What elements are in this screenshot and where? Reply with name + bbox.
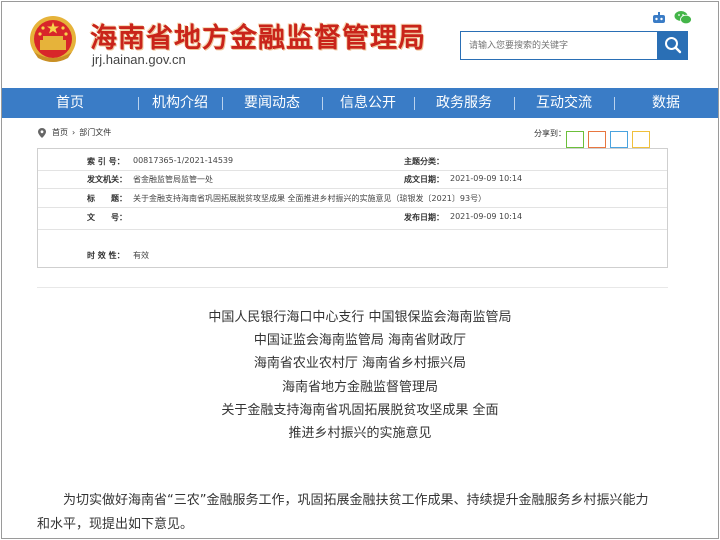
site-url: jrj.hainan.gov.cn [92, 52, 186, 67]
breadcrumb-separator: › [72, 128, 76, 137]
nav-item-services[interactable]: 政务服务 [414, 88, 514, 118]
article-paragraph-line-1: 为切实做好海南省“三农”金融服务工作，巩固拓展金融扶贫工作成果、持续提升金融服务… [63, 493, 649, 508]
breadcrumb-current[interactable]: 部门文件 [79, 128, 111, 137]
main-nav: 首页 机构介绍 要闻动态 信息公开 政务服务 互动交流 数据 [2, 88, 718, 118]
topic-label: 主题分类： [404, 157, 444, 166]
share-orange-button[interactable] [588, 131, 606, 148]
share-blue-button[interactable] [610, 131, 628, 148]
article-heading-line-1: 中国人民银行海口中心支行 中国银保监会海南监管局 [208, 310, 512, 325]
site-header: 海南省地方金融监督管理局 jrj.hainan.gov.cn [2, 2, 718, 88]
breadcrumb-home[interactable]: 首页 [52, 128, 68, 137]
index-value: 00817365-1/2021-14539 [133, 156, 234, 165]
validity-label: 时 效 性： [87, 251, 125, 260]
title-label: 标 题： [87, 194, 127, 203]
national-emblem-icon [30, 16, 76, 62]
page-frame: 海南省地方金融监督管理局 jrj.hainan.gov.cn 首页 机构介绍 [1, 1, 719, 539]
row-divider [38, 207, 667, 208]
search-box [460, 31, 658, 60]
share-label: 分享到： [534, 129, 566, 138]
search-icon [665, 37, 682, 54]
nav-item-home[interactable]: 首页 [2, 88, 138, 118]
site-title[interactable]: 海南省地方金融监督管理局 [90, 16, 426, 55]
article-heading-line-3: 海南省农业农村厅 海南省乡村振兴局 [253, 356, 467, 371]
issuer-value: 省金融监管局监管一处 [133, 175, 213, 184]
article-heading-line-4: 海南省地方金融监督管理局 [281, 380, 438, 395]
title-value: 关于金融支持海南省巩固拓展脱贫攻坚成果 全面推进乡村振兴的实施意见（琼银发〔20… [133, 194, 487, 203]
breadcrumb: 首页 › 部门文件 [52, 127, 115, 138]
robot-icon[interactable] [652, 12, 666, 24]
published-date-label: 发布日期： [404, 213, 444, 222]
doc-number-label: 文 号： [87, 213, 127, 222]
row-divider [38, 170, 667, 171]
nav-item-disclosure[interactable]: 信息公开 [322, 88, 414, 118]
document-info-table: 索 引 号： 00817365-1/2021-14539 主题分类： 发文机关：… [37, 148, 668, 268]
created-date-label: 成文日期： [404, 175, 444, 184]
row-divider [38, 229, 667, 230]
nav-item-data[interactable]: 数据 [614, 88, 718, 118]
search-button[interactable] [658, 31, 688, 60]
wechat-icon[interactable] [674, 10, 692, 25]
nav-item-about[interactable]: 机构介绍 [138, 88, 222, 118]
search-input[interactable] [461, 32, 657, 59]
published-date-value: 2021-09-09 10:14 [450, 212, 523, 221]
breadcrumb-bar: 首页 › 部门文件 分享到： [38, 124, 682, 148]
created-date-value: 2021-09-09 10:14 [450, 174, 523, 183]
nav-item-interaction[interactable]: 互动交流 [514, 88, 614, 118]
article-heading-line-2: 中国证监会海南监管局 海南省财政厅 [253, 333, 467, 348]
content-divider [37, 287, 668, 288]
issuer-label: 发文机关： [87, 175, 127, 184]
share-yellow-button[interactable] [632, 131, 650, 148]
row-divider [38, 188, 667, 189]
article-paragraph-line-2: 和水平，现提出如下意见。 [37, 517, 194, 532]
article-heading-line-5: 关于金融支持海南省巩固拓展脱贫攻坚成果 全面 [221, 403, 499, 418]
location-pin-icon [38, 128, 46, 138]
validity-value: 有效 [133, 251, 149, 260]
nav-item-news[interactable]: 要闻动态 [222, 88, 322, 118]
index-label: 索 引 号： [87, 157, 125, 166]
share-green-button[interactable] [566, 131, 584, 148]
article-heading-line-6: 推进乡村振兴的实施意见 [288, 426, 432, 441]
